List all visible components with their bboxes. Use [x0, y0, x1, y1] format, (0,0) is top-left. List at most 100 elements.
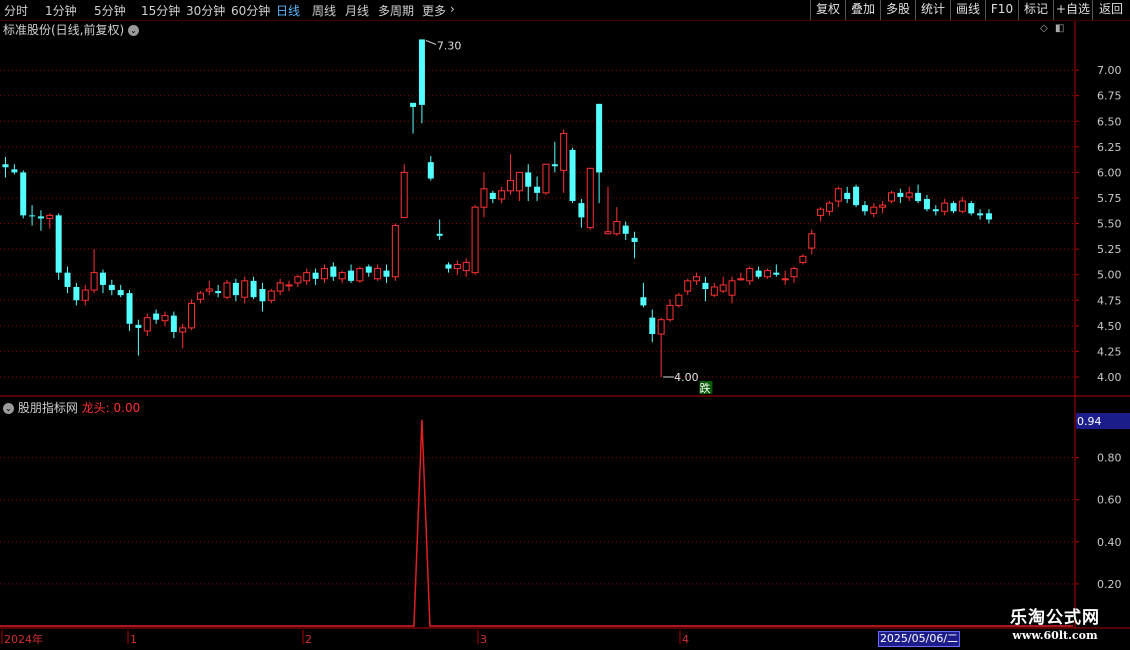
- period-tab-1min[interactable]: 1分钟: [45, 2, 77, 19]
- candle-body-down: [153, 313, 160, 320]
- candle-body-down: [365, 266, 372, 273]
- candle-body-down: [135, 324, 142, 328]
- price-tick-label: 4.00: [1097, 371, 1122, 384]
- candle-body-up: [188, 302, 196, 329]
- low-price-label: 4.00: [674, 371, 699, 384]
- candle-body-up: [241, 280, 249, 298]
- time-axis-label: 2: [305, 633, 312, 646]
- period-tab-more[interactable]: 更多: [422, 2, 446, 19]
- candle-body-down: [569, 149, 576, 202]
- candle-body-down: [29, 215, 36, 217]
- candle-body-up: [542, 163, 550, 194]
- period-tab-daily[interactable]: 日线: [276, 2, 300, 19]
- toolbar: 分时 1分钟 5分钟 15分钟 30分钟 60分钟 日线 周线 月线 多周期 更…: [0, 0, 1130, 21]
- indicator-name: 股朋指标网: [17, 401, 78, 415]
- indicator-value-label: 龙头: 0.00: [81, 401, 141, 415]
- add-watchlist-button[interactable]: +自选: [1053, 0, 1092, 20]
- high-price-label: 7.30: [437, 39, 462, 52]
- candle-body-down: [773, 272, 780, 275]
- candle-body-up: [515, 171, 523, 192]
- candle-body-up: [294, 276, 302, 284]
- candle-body-up: [356, 268, 364, 282]
- period-tab-weekly[interactable]: 周线: [312, 2, 336, 19]
- indicator-tick-label: 0.60: [1097, 494, 1122, 507]
- chevron-down-icon[interactable]: ⌄: [3, 403, 14, 414]
- candle-body-down: [11, 169, 18, 173]
- candle-body-up: [267, 290, 275, 301]
- price-tick-label: 4.50: [1097, 320, 1122, 333]
- period-tab-multi[interactable]: 多周期: [378, 2, 414, 19]
- draw-line-button[interactable]: 画线: [950, 0, 985, 20]
- candle-body-down: [330, 266, 337, 277]
- candle-body-down: [445, 264, 452, 269]
- period-tab-monthly[interactable]: 月线: [345, 2, 369, 19]
- period-tab-60min[interactable]: 60分钟: [231, 2, 270, 19]
- candle-body-down: [578, 203, 585, 218]
- watermark-url: www.60lt.com: [1012, 629, 1098, 642]
- candle-body-down: [312, 272, 319, 279]
- indicator-tick-label: 0.80: [1097, 452, 1122, 465]
- event-badge-label: 跌: [699, 381, 710, 395]
- candle-body-up: [320, 268, 328, 280]
- more-chevron-icon[interactable]: ›: [450, 2, 455, 16]
- watermark: 乐淘公式网 www.60lt.com: [985, 607, 1125, 649]
- candle-body-up: [90, 272, 98, 291]
- candle-body-up: [719, 284, 727, 292]
- pane-layout-icon[interactable]: ◧: [1055, 23, 1064, 34]
- diamond-icon[interactable]: ◇: [1040, 23, 1048, 34]
- price-tick-label: 7.00: [1097, 64, 1122, 77]
- candle-body-down: [73, 286, 80, 301]
- mark-button[interactable]: 标记: [1018, 0, 1053, 20]
- multi-stock-button[interactable]: 多股: [880, 0, 915, 20]
- fuquan-button[interactable]: 复权: [810, 0, 845, 20]
- period-tab-5min[interactable]: 5分钟: [94, 2, 126, 19]
- price-tick-label: 6.50: [1097, 115, 1122, 128]
- candle-body-up: [613, 221, 621, 235]
- chevron-down-icon[interactable]: ⌄: [128, 25, 140, 36]
- price-tick-label: 4.25: [1097, 345, 1122, 358]
- candle-body-down: [170, 315, 177, 332]
- candle-body-up: [604, 231, 612, 235]
- candle-body-up: [941, 202, 949, 212]
- price-tick-label: 5.75: [1097, 192, 1122, 205]
- candle-body-down: [410, 102, 417, 107]
- candle-body-up: [303, 272, 311, 282]
- period-tab-15min[interactable]: 15分钟: [141, 2, 180, 19]
- candle-body-down: [932, 209, 939, 212]
- candle-body-down: [844, 192, 851, 199]
- indicator-line: [0, 419, 1073, 627]
- candle-body-up: [391, 225, 399, 278]
- candle-body-down: [950, 203, 957, 212]
- statistics-button[interactable]: 统计: [915, 0, 950, 20]
- price-tick-label: 5.50: [1097, 218, 1122, 231]
- candle-body-up: [746, 268, 754, 282]
- back-button[interactable]: 返回: [1092, 0, 1129, 20]
- period-tab-fenshi[interactable]: 分时: [4, 2, 28, 19]
- high-marker-arrow: [425, 39, 437, 45]
- price-tick-label: 4.75: [1097, 294, 1122, 307]
- overlay-button[interactable]: 叠加: [845, 0, 880, 20]
- candle-body-down: [525, 172, 532, 187]
- price-tick-label: 6.00: [1097, 166, 1122, 179]
- candle-body-down: [596, 103, 603, 173]
- candle-body-up: [471, 206, 479, 274]
- indicator-title: ⌄ 股朋指标网 龙头: 0.00: [3, 399, 140, 416]
- candle-body-down: [977, 213, 984, 216]
- indicator-tick-label: 0.40: [1097, 536, 1122, 549]
- time-axis-label: 2024年: [4, 632, 43, 646]
- period-tab-30min[interactable]: 30分钟: [186, 2, 225, 19]
- kline-chart-canvas[interactable]: 7.00 6.75 6.50 6.25 6.00 5.75 5.50 5.25 5.00 4.75…: [0, 0, 1130, 650]
- candle-body-up: [560, 133, 568, 171]
- candle-body-up: [781, 278, 789, 281]
- candle-body-up: [657, 319, 665, 335]
- candle-body-down: [551, 164, 558, 167]
- candle-body-down: [436, 233, 443, 236]
- f10-button[interactable]: F10: [985, 0, 1018, 20]
- candle-body-up: [728, 280, 736, 296]
- time-axis-label: 4: [682, 633, 689, 646]
- candle-body-up: [808, 233, 816, 249]
- candle-body-down: [37, 216, 44, 219]
- indicator-tick-label: 0.20: [1097, 578, 1122, 591]
- candle-body-up: [790, 268, 798, 278]
- candle-body-down: [55, 215, 62, 273]
